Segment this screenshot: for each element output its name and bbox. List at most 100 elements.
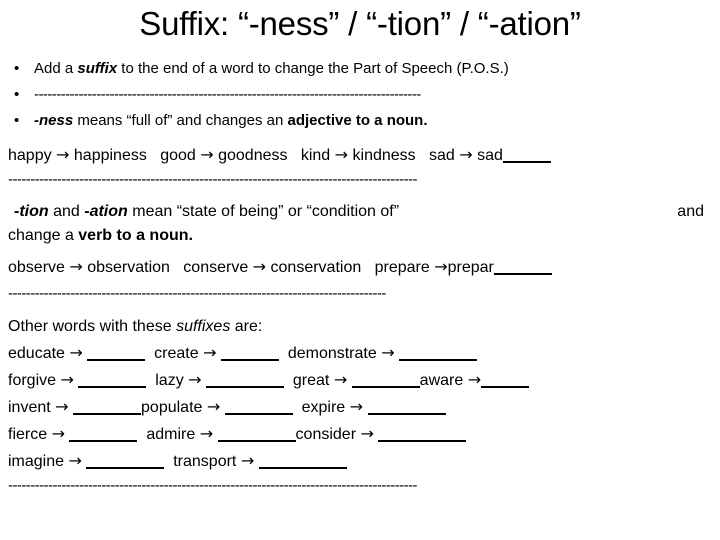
dashed-divider-1: ----------------------------------------… [34,86,421,104]
list-item: • Add a suffix to the end of a word to c… [6,56,718,82]
arrow-icon: → [240,451,255,470]
exercise-word: create [154,345,199,362]
intro-seg: are: [230,318,263,335]
exercise-item: aware → [419,370,530,389]
exercise-item: admire → [146,424,296,443]
example-result: conservation [270,259,362,276]
exercise-item: expire → [301,397,446,416]
suffix-ation-label: -ation [84,203,128,220]
bullet-marker: • [14,86,20,103]
arrow-icon: → [349,397,364,416]
intro-seg: Other words with these [8,318,177,335]
fill-in-blank[interactable] [206,386,284,388]
fill-in-blank[interactable] [502,161,551,163]
example-word: conserve [183,259,249,276]
fill-in-blank[interactable] [73,413,142,415]
definition-seg-strong: verb to a noun. [78,227,193,244]
dashed-divider-2: ----------------------------------------… [8,171,418,188]
trailing-and-text: and [677,203,704,220]
example-result: kindness [352,147,416,164]
example-pair: conserve → conservation [183,257,362,276]
exercise-item: forgive → [8,370,147,389]
fill-in-blank[interactable] [86,467,165,469]
fill-in-blank[interactable] [481,386,530,388]
exercise-word: fierce [8,426,48,443]
tion-examples-row: observe → observation conserve → conserv… [8,255,552,280]
exercise-word: populate [141,399,203,416]
arrow-icon: → [69,343,83,362]
exercise-word: demonstrate [287,345,377,362]
page-title: Suffix: “-ness” / “-tion” / “-ation” [139,5,581,42]
exercise-row: fierce → admire → consider → [8,422,467,447]
bullet-marker: • [14,112,20,129]
arrow-icon: → [333,370,348,389]
exercise-word: imagine [8,453,65,470]
fill-in-blank[interactable] [78,386,147,388]
exercise-item: great → [292,370,420,389]
intro-seg-emphasis: suffixes [176,318,231,335]
example-pair-blank: sad → sad [429,145,551,164]
list-item-divider: • --------------------------------------… [6,82,718,108]
example-pair: happy → happiness [8,145,147,164]
example-pair: kind → kindness [300,145,416,164]
fill-in-blank[interactable] [87,359,146,361]
definition-seg: and [48,203,85,220]
definition-seg: change a [8,227,79,244]
exercise-item: transport → [173,451,347,470]
exercise-item: demonstrate → [287,343,478,362]
fill-in-blank[interactable] [69,440,138,442]
exercise-item: consider → [295,424,467,443]
example-word: kind [300,147,331,164]
arrow-icon: → [467,370,482,389]
bullet-seg: means “full of” and changes an [73,112,288,129]
exercise-word: aware [419,372,464,389]
ness-examples-row: happy → happiness good → goodness kind →… [8,143,551,168]
example-result: sad [477,147,503,164]
fill-in-blank[interactable] [493,273,552,275]
exercise-word: consider [295,426,357,443]
arrow-icon: → [360,424,374,443]
exercise-word: educate [8,345,65,362]
bullet-text-1: Add a suffix to the end of a word to cha… [34,60,509,77]
arrow-icon: → [459,145,473,164]
fill-in-blank[interactable] [378,440,467,442]
bullet-seg-emphasis: -ness [34,112,74,129]
fill-in-blank[interactable] [367,413,446,415]
fill-in-blank[interactable] [224,413,293,415]
exercise-word: forgive [8,372,57,389]
bullet-seg: to the end of a word to change the Part … [117,60,509,77]
bullet-seg-emphasis: suffix [77,60,118,77]
arrow-icon: → [188,370,202,389]
exercise-row: educate → create → demonstrate → [8,341,478,366]
exercise-item: educate → [8,343,146,362]
exercise-word: lazy [155,372,184,389]
fill-in-blank[interactable] [258,467,347,469]
arrow-icon: → [51,424,65,443]
exercise-row: forgive → lazy → great → aware → [8,368,530,393]
bullet-seg: Add a [34,60,78,77]
fill-in-blank[interactable] [351,386,420,388]
bullet-seg-strong: adjective to a noun. [287,112,428,129]
exercise-word: expire [301,399,346,416]
fill-in-blank[interactable] [220,359,279,361]
example-word: observe [8,259,65,276]
arrow-icon: → [60,370,74,389]
arrow-icon: → [68,451,82,470]
exercise-item: invent → [8,397,142,416]
fill-in-blank[interactable] [217,440,296,442]
exercise-word: invent [8,399,51,416]
exercise-row: invent → populate → expire → [8,395,446,420]
bullet-marker: • [14,60,20,77]
exercise-word: great [292,372,330,389]
definition-seg: mean “state of being” or “condition of” [127,203,400,220]
suffix-tion-label: -tion [14,203,49,220]
exercise-item: create → [154,343,279,362]
example-word: happy [8,147,52,164]
exercise-item: lazy → [155,370,284,389]
example-result: observation [87,259,170,276]
arrow-icon: → [56,145,70,164]
fill-in-blank[interactable] [399,359,478,361]
other-words-intro: Other words with these suffixes are: [8,315,262,339]
arrow-icon: → [381,343,395,362]
arrow-icon: → [69,257,83,276]
